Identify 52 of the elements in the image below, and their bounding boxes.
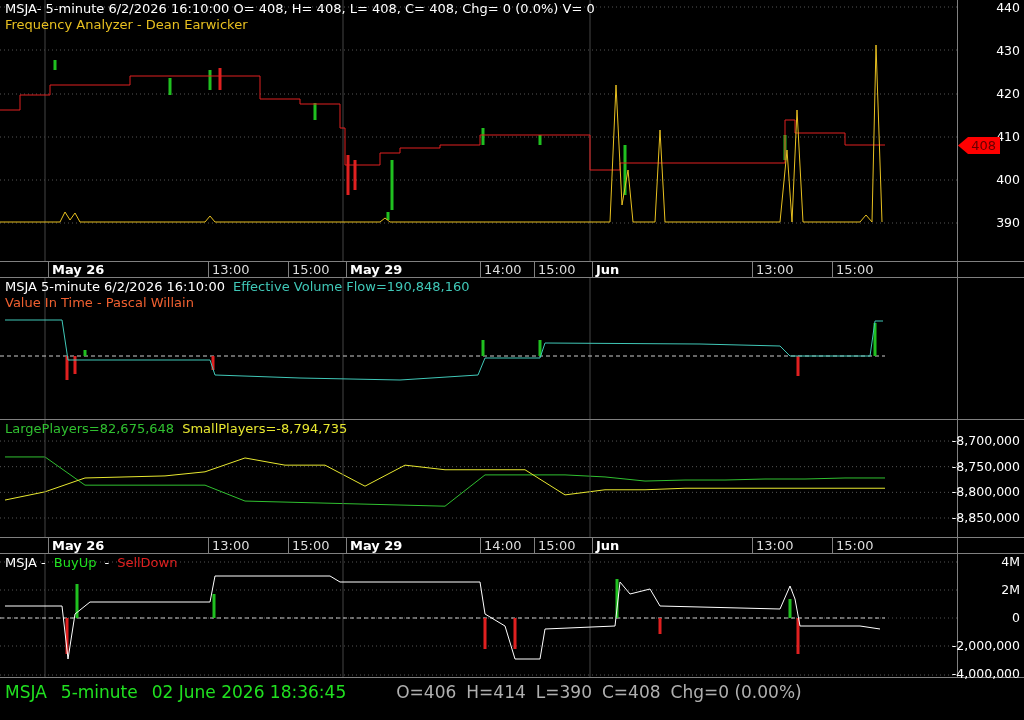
time-label: 13:00 — [752, 262, 794, 278]
axis-label: 0 — [1012, 610, 1020, 626]
axis-label: 4M — [1001, 554, 1020, 570]
axis-label: 400 — [996, 172, 1020, 188]
legend-label: MSJA - — [5, 555, 46, 571]
time-label: 15:00 — [288, 538, 330, 554]
time-label: 15:00 — [832, 262, 874, 278]
time-label: May 29 — [346, 538, 403, 554]
quote-value: C=408 — [601, 681, 661, 705]
time-label: 14:00 — [480, 538, 522, 554]
axis-label: -2,000,000 — [951, 638, 1020, 654]
axis-label: 390 — [996, 215, 1020, 231]
time-label: Jun — [592, 262, 620, 278]
time-label: 13:00 — [208, 262, 250, 278]
legend-label: Value In Time - Pascal Willain — [5, 295, 194, 311]
time-label: 15:00 — [534, 538, 576, 554]
status-text: 5-minute — [60, 681, 138, 705]
axis-label: -8,700,000 — [951, 433, 1020, 450]
time-label: Jun — [592, 538, 620, 554]
time-label: May 26 — [48, 262, 105, 278]
time-label: 15:00 — [832, 538, 874, 554]
axis-label: 440 — [996, 0, 1020, 16]
axis-label: 2M — [1001, 582, 1020, 598]
status-text: 02 June 2026 18:36:45 — [151, 681, 347, 705]
quote-value: O=406 — [396, 681, 457, 705]
axis-label: -8,850,000 — [951, 510, 1020, 526]
legend-label: LargePlayers=82,675,648 — [5, 421, 175, 437]
time-label: 15:00 — [288, 262, 330, 278]
legend-label: - — [104, 555, 110, 571]
legend-label: SmallPlayers=-8,794,735 — [182, 421, 348, 437]
time-label: 13:00 — [752, 538, 794, 554]
time-label: May 26 — [48, 538, 105, 554]
legend-label: SellDown — [117, 555, 178, 571]
axis-label: 420 — [996, 86, 1020, 102]
time-label: 14:00 — [480, 262, 522, 278]
legend-label: MSJA 5-minute 6/2/2026 16:10:00 — [5, 279, 225, 295]
quote-value: L=390 — [535, 681, 592, 705]
quote-value: H=414 — [466, 681, 526, 705]
quote-value: Chg=0 (0.00%) — [670, 681, 802, 705]
axis-label: -4,000,000 — [951, 666, 1020, 682]
status-text: MSJA — [5, 681, 47, 705]
time-label: May 29 — [346, 262, 403, 278]
axis-label: -8,800,000 — [951, 484, 1020, 501]
legend-label: MSJA- 5-minute 6/2/2026 16:10:00 O= 408, H= 408, L= 408, C= 408, Chg= 0 (0.0%) V= 0 — [5, 1, 595, 17]
legend-label: Frequency Analyzer - Dean Earwicker — [5, 17, 248, 33]
legend-label: BuyUp — [53, 555, 97, 571]
time-label: 13:00 — [208, 538, 250, 554]
price-tag: 408 — [958, 137, 1000, 154]
time-label: 15:00 — [534, 262, 576, 278]
legend-label: Effective Volume Flow=190,848,160 — [232, 279, 470, 295]
axis-label: -8,750,000 — [951, 458, 1020, 475]
axis-label: 430 — [996, 43, 1020, 59]
